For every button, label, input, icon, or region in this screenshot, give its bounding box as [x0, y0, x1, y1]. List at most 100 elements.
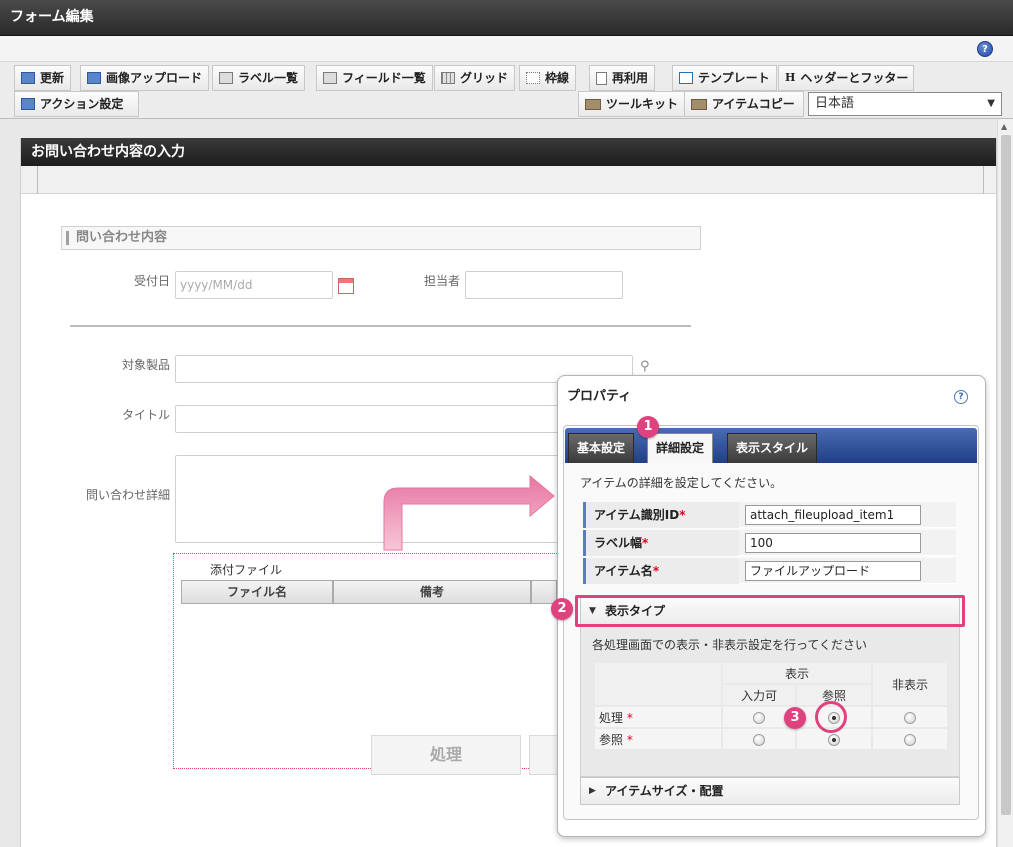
reuse-label: 再利用 [612, 71, 649, 85]
received-date-label: 受付日 [133, 274, 170, 288]
field-list-label: フィールド一覧 [342, 71, 426, 85]
template-label: テンプレート [698, 71, 770, 85]
item-copy-label: アイテムコピー [712, 97, 795, 111]
section-title: 問い合わせ内容 [61, 226, 701, 250]
secondary-button[interactable] [529, 735, 559, 775]
header-footer-button[interactable]: H ヘッダーとフッター [778, 65, 914, 91]
template-button[interactable]: テンプレート [672, 65, 777, 91]
properties-title: プロパティ [567, 389, 632, 404]
display-type-description: 各処理画面での表示・非表示設定を行ってください [592, 638, 868, 652]
help-icon[interactable]: ? [977, 41, 993, 57]
tab-detail[interactable]: 詳細設定 [647, 433, 714, 463]
title-label: タイトル [121, 408, 170, 422]
label-list-button[interactable]: ラベル一覧 [212, 65, 306, 91]
toolkit-icon [585, 98, 601, 110]
header-footer-label: ヘッダーとフッター [800, 71, 909, 85]
callout-badge-3: 3 [784, 707, 806, 729]
field-list-icon [323, 72, 337, 84]
row-label: 処理 * [593, 705, 723, 729]
grid-icon [441, 72, 455, 84]
header-hidden: 非表示 [871, 661, 949, 707]
grid-button[interactable]: グリッド [434, 65, 516, 91]
language-select[interactable]: 日本語 ▼ [808, 92, 1002, 116]
header-display: 表示 [721, 661, 873, 685]
assignee-label: 担当者 [423, 274, 460, 288]
attachment-table-header: ファイル名 備考 [181, 580, 557, 604]
radio-input[interactable] [753, 711, 765, 724]
refresh-button[interactable]: 更新 [14, 65, 72, 91]
radio-input[interactable] [753, 733, 765, 746]
chevron-right-icon: ▶ [589, 786, 596, 796]
attachment-title: 添付ファイル [210, 563, 283, 577]
toolkit-button[interactable]: ツールキット [578, 91, 686, 117]
label-width-input[interactable]: 100 [745, 533, 921, 553]
border-label: 枠線 [545, 71, 570, 85]
search-icon[interactable]: ⚲ [640, 359, 650, 374]
label-list-icon [219, 72, 233, 84]
border-button[interactable]: 枠線 [519, 65, 577, 91]
item-size-label: アイテムサイズ・配置 [605, 784, 724, 798]
detail-label: 問い合わせ詳細 [85, 488, 170, 502]
window-title: フォーム編集 [0, 0, 1013, 36]
canvas-title: お問い合わせ内容の入力 [21, 138, 996, 166]
item-copy-button[interactable]: アイテムコピー [684, 91, 804, 117]
column-header: ファイル名 [181, 580, 333, 604]
prop-label: アイテム識別ID* [583, 502, 739, 528]
canvas-header-band [21, 166, 996, 194]
label-list-label: ラベル一覧 [238, 71, 299, 85]
calendar-icon[interactable] [338, 278, 354, 294]
radio-hidden[interactable] [904, 733, 916, 746]
process-button[interactable]: 処理 [371, 735, 521, 775]
prop-row-item-name: アイテム名* ファイルアップロード [583, 558, 956, 584]
refresh-icon [21, 72, 35, 84]
scroll-thumb[interactable] [1001, 135, 1011, 815]
image-upload-label: 画像アップロード [106, 71, 203, 85]
refresh-label: 更新 [40, 71, 65, 85]
toolkit-label: ツールキット [606, 97, 679, 111]
prop-row-label-width: ラベル幅* 100 [583, 530, 956, 556]
table-row: 参照 * [593, 727, 949, 751]
column-header: 備考 [333, 580, 531, 604]
header-input: 入力可 [721, 683, 797, 707]
received-date-input[interactable]: yyyy/MM/dd [175, 271, 333, 299]
callout-badge-1: 1 [637, 416, 659, 438]
display-settings-table: 表示 非表示 入力可 参照 処理 * 参照 * [593, 661, 949, 751]
item-size-accordion[interactable]: ▶ アイテムサイズ・配置 [580, 777, 960, 805]
field-list-button[interactable]: フィールド一覧 [316, 65, 433, 91]
reuse-icon [596, 71, 607, 85]
item-copy-icon [691, 98, 707, 110]
table-row: 処理 * [593, 705, 949, 729]
radio-ref-selected[interactable] [828, 733, 840, 746]
item-name-input[interactable]: ファイルアップロード [745, 561, 921, 581]
tab-display-style[interactable]: 表示スタイル [727, 433, 818, 463]
scroll-up-icon[interactable]: ▲ [1001, 122, 1007, 131]
action-settings-label: アクション設定 [40, 97, 124, 111]
radio-hidden[interactable] [904, 711, 916, 724]
language-value: 日本語 [815, 96, 855, 111]
image-upload-icon [87, 72, 101, 84]
highlight-radio [815, 701, 847, 733]
grid-label: グリッド [460, 71, 509, 85]
image-upload-button[interactable]: 画像アップロード [80, 65, 210, 91]
action-settings-button[interactable]: アクション設定 [14, 91, 139, 117]
assignee-input[interactable] [465, 271, 623, 299]
arrow-annotation [383, 474, 555, 551]
vertical-scrollbar[interactable]: ▲ [997, 119, 1013, 847]
reuse-button[interactable]: 再利用 [589, 65, 656, 91]
highlight-display-type [575, 595, 965, 627]
tab-basic[interactable]: 基本設定 [568, 433, 635, 463]
product-label: 対象製品 [121, 358, 170, 372]
template-icon [679, 72, 693, 84]
table-corner [593, 661, 723, 707]
help-strip: ? [0, 36, 1013, 62]
border-icon [526, 72, 540, 84]
title-input[interactable] [175, 405, 565, 433]
help-icon[interactable]: ? [954, 390, 968, 404]
prop-label: ラベル幅* [583, 530, 739, 556]
item-id-input[interactable]: attach_fileupload_item1 [745, 505, 921, 525]
row-label: 参照 * [593, 727, 723, 751]
callout-badge-2: 2 [551, 598, 573, 620]
prop-label: アイテム名* [583, 558, 739, 584]
header-footer-icon: H [785, 71, 796, 84]
divider [70, 325, 691, 327]
